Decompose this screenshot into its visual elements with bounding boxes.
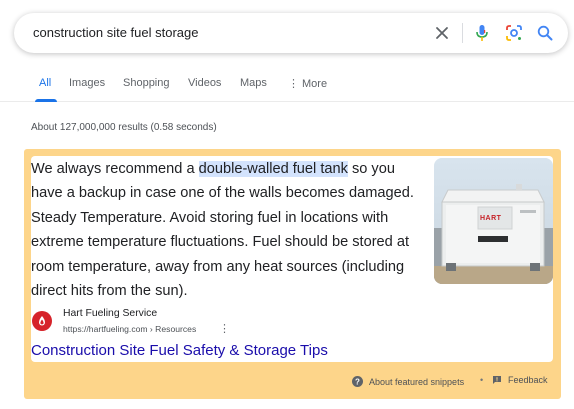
featured-snippet-card: We always recommend a double-walled fuel… bbox=[31, 156, 553, 362]
source-name[interactable]: Hart Fueling Service bbox=[63, 308, 157, 319]
snippet-text-after: so you have a backup in case one of the … bbox=[31, 161, 414, 300]
search-bar[interactable]: construction site fuel storage bbox=[14, 13, 568, 53]
tab-videos[interactable]: Videos bbox=[188, 77, 221, 89]
snippet-footer: ? About featured snippets • Feedback bbox=[24, 374, 561, 392]
about-featured-snippets[interactable]: ? About featured snippets bbox=[352, 376, 464, 387]
source-url[interactable]: https://hartfueling.com › Resources bbox=[63, 324, 196, 334]
feedback-icon bbox=[493, 376, 501, 384]
about-featured-snippets-label: About featured snippets bbox=[369, 376, 465, 387]
feedback-label: Feedback bbox=[508, 375, 548, 385]
snippet-highlight: double-walled fuel tank bbox=[198, 161, 348, 177]
source-logo[interactable] bbox=[32, 311, 52, 331]
tab-more[interactable]: ⋮ More bbox=[288, 77, 327, 90]
search-tabs: All Images Shopping Videos Maps ⋮ More bbox=[0, 66, 574, 102]
svg-text:?: ? bbox=[355, 377, 360, 386]
search-input[interactable]: construction site fuel storage bbox=[33, 25, 198, 40]
snippet-image-brand: HART bbox=[480, 215, 502, 222]
more-vert-icon: ⋮ bbox=[288, 78, 299, 90]
snippet-image[interactable]: HART bbox=[434, 158, 553, 284]
tab-shopping[interactable]: Shopping bbox=[123, 77, 170, 89]
result-stats: About 127,000,000 results (0.58 seconds) bbox=[31, 122, 217, 133]
result-title-link[interactable]: Construction Site Fuel Safety & Storage … bbox=[31, 342, 328, 359]
snippet-text-before: We always recommend a bbox=[31, 161, 199, 177]
feedback-button[interactable]: Feedback bbox=[492, 375, 548, 385]
lens-icon[interactable] bbox=[504, 23, 524, 43]
microphone-icon[interactable] bbox=[472, 23, 492, 43]
active-tab-indicator bbox=[35, 99, 57, 102]
tab-maps[interactable]: Maps bbox=[240, 77, 267, 89]
footer-separator: • bbox=[480, 375, 484, 385]
search-icon[interactable] bbox=[535, 23, 555, 43]
search-bar-divider bbox=[462, 23, 463, 43]
featured-snippet: We always recommend a double-walled fuel… bbox=[24, 149, 561, 399]
help-icon: ? bbox=[352, 376, 363, 387]
tab-all[interactable]: All bbox=[39, 77, 51, 89]
tab-more-label: More bbox=[302, 78, 328, 90]
snippet-text: We always recommend a double-walled fuel… bbox=[31, 157, 421, 303]
more-options-icon[interactable]: ⋮ bbox=[219, 322, 230, 335]
tab-images[interactable]: Images bbox=[69, 77, 105, 89]
close-icon[interactable] bbox=[432, 23, 452, 43]
